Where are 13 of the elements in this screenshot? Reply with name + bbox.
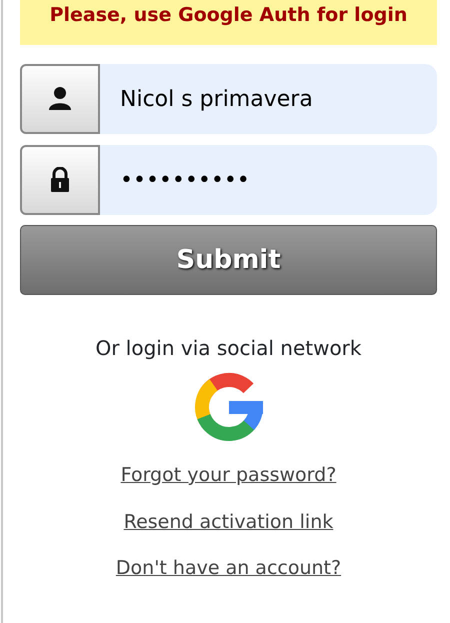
icon-button[interactable] — [20, 64, 100, 134]
google-logo-icon[interactable] — [192, 371, 264, 443]
submit-button[interactable]: Submit — [20, 225, 437, 295]
user-icon — [48, 86, 72, 112]
lock-icon — [48, 167, 72, 193]
password-field[interactable]: •••••••••• — [100, 145, 437, 215]
text-link[interactable]: Resend activation link — [20, 508, 437, 536]
icon-button[interactable] — [20, 145, 100, 215]
social-login-text: Or login via social network — [94, 335, 362, 362]
notice-text: Please, use Google Auth for login — [50, 6, 408, 25]
text-link[interactable]: Forgot your password? — [20, 461, 437, 490]
username-field[interactable]: Nicol s primavera — [100, 64, 437, 134]
text-link[interactable]: Don't have an account? — [20, 554, 437, 582]
